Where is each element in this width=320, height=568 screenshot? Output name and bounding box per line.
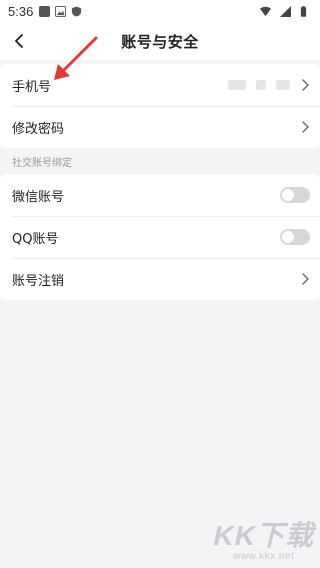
account-settings-card: 手机号 修改密码 [0, 64, 320, 148]
wechat-bind-toggle[interactable] [280, 187, 310, 203]
watermark: KK下载 www.kkx.net [213, 520, 314, 563]
wifi-icon [260, 6, 271, 16]
page-title: 账号与安全 [121, 32, 199, 51]
phone-row[interactable]: 手机号 [0, 64, 320, 106]
watermark-url: www.kkx.net [233, 551, 295, 562]
social-accounts-card: 微信账号 QQ账号 账号注销 [0, 174, 320, 300]
back-button[interactable] [8, 30, 30, 52]
masked-phone-number [228, 80, 290, 90]
nav-bar: 账号与安全 [0, 22, 320, 60]
account-cancel-row[interactable]: 账号注销 [0, 258, 320, 300]
shield-icon [72, 5, 82, 17]
change-password-label: 修改密码 [12, 121, 65, 137]
status-time: 5:36 [8, 3, 34, 19]
notification-app-icon [39, 5, 51, 17]
signal-icon [280, 5, 291, 17]
social-section-header: 社交账号绑定 [0, 148, 320, 174]
change-password-row[interactable]: 修改密码 [0, 106, 320, 148]
image-notification-icon [55, 5, 67, 17]
chevron-right-icon [302, 273, 309, 285]
chevron-right-icon [302, 121, 309, 133]
status-bar: 5:36 [0, 0, 320, 22]
battery-icon [300, 5, 307, 17]
chevron-right-icon [302, 79, 309, 91]
account-cancel-label: 账号注销 [12, 273, 65, 289]
phone-label: 手机号 [12, 79, 52, 95]
qq-row: QQ账号 [0, 216, 320, 258]
wechat-row: 微信账号 [0, 174, 320, 216]
wechat-label: 微信账号 [12, 189, 65, 205]
back-arrow-icon [15, 34, 23, 48]
qq-label: QQ账号 [12, 231, 59, 247]
watermark-logo: KK下载 [213, 520, 314, 551]
qq-bind-toggle[interactable] [280, 229, 310, 245]
